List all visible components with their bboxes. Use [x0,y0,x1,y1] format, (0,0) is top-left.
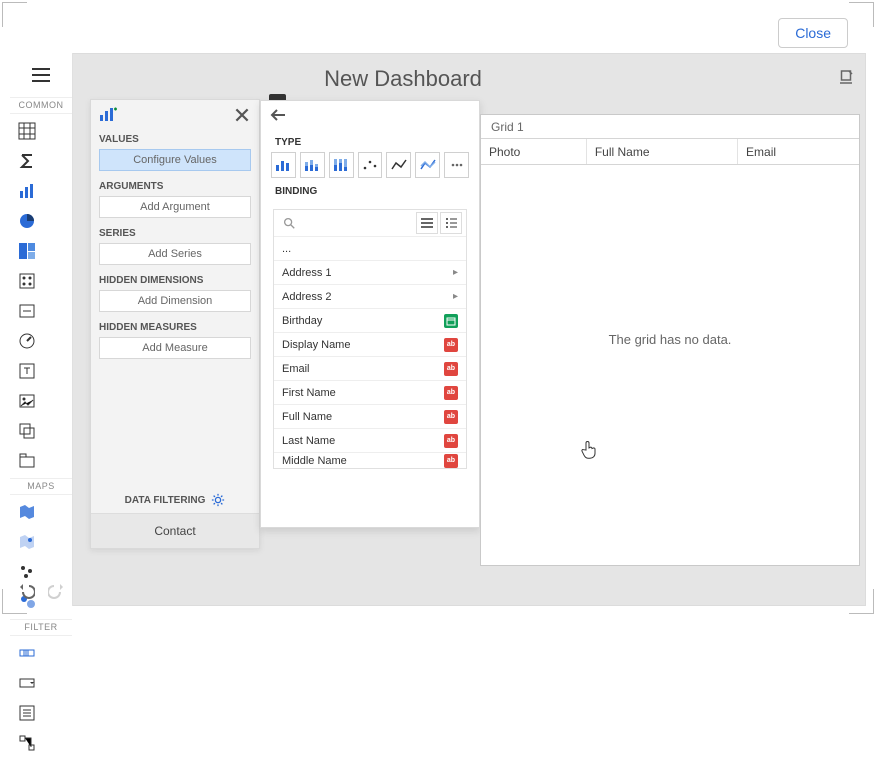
contact-button[interactable]: Contact [91,513,259,548]
toolbox-group-icon[interactable] [13,417,41,445]
grid-col-email[interactable]: Email [738,139,859,164]
text-badge-icon: ab [444,434,458,448]
binding-row-address2[interactable]: Address 2▸ [274,284,466,308]
data-filtering-label: DATA FILTERING [125,495,206,506]
toolbox-tabs-icon[interactable] [13,447,41,475]
type-point-icon[interactable] [358,152,383,178]
add-argument-button[interactable]: Add Argument [99,196,251,218]
close-button[interactable]: Close [778,18,848,48]
toolbox-sigma-icon[interactable] [13,147,41,175]
text-badge-icon: ab [444,362,458,376]
type-bar-icon[interactable] [271,152,296,178]
toolbox-maps-label: MAPS [10,478,72,495]
add-series-button[interactable]: Add Series [99,243,251,265]
binding-row-birthday[interactable]: Birthday [274,308,466,332]
grid-col-photo[interactable]: Photo [481,139,587,164]
toolbox-choropleth-icon[interactable] [13,498,41,526]
binding-list-view-icon[interactable] [416,212,438,234]
toolbox-filter-label: FILTER [10,619,72,636]
close-panel-icon[interactable] [233,106,251,124]
toolbox-grid-item-icon[interactable] [13,117,41,145]
type-label: TYPE [261,129,479,152]
popup-back-icon[interactable] [261,101,479,129]
binding-popup: TYPE BINDING ... Address 1▸ Address 2▸ B… [260,100,480,528]
binding-row-firstname[interactable]: First Nameab [274,380,466,404]
binding-tree-view-icon[interactable] [440,212,462,234]
type-fullstackedbar-icon[interactable] [329,152,354,178]
type-stackedbar-icon[interactable] [300,152,325,178]
config-panel: VALUES Configure Values ARGUMENTS Add Ar… [90,99,260,549]
text-badge-icon: ab [444,338,458,352]
binding-row-fullname[interactable]: Full Nameab [274,404,466,428]
arguments-label: ARGUMENTS [91,177,259,194]
binding-row-ellipsis[interactable]: ... [274,236,466,260]
toolbox-common-label: COMMON [10,97,72,114]
data-filtering-row[interactable]: DATA FILTERING [91,487,259,513]
edit-title-icon[interactable] [837,68,855,86]
hidden-measures-label: HIDDEN MEASURES [91,318,259,335]
add-dimension-button[interactable]: Add Dimension [99,290,251,312]
text-badge-icon: ab [444,454,458,468]
toolbox-pie-chart-icon[interactable] [13,207,41,235]
grid-empty-text: The grid has no data. [481,332,859,347]
toolbox-treemap-icon[interactable] [13,237,41,265]
toolbox-dice-icon[interactable] [13,267,41,295]
toolbox-combobox-icon[interactable] [13,669,41,697]
gear-icon [211,493,225,507]
type-line-icon[interactable] [386,152,411,178]
hand-cursor-icon [580,440,598,460]
binding-search[interactable] [278,216,414,230]
binding-row-displayname[interactable]: Display Nameab [274,332,466,356]
undo-icon[interactable] [17,582,35,600]
hamburger-icon[interactable] [10,53,72,97]
date-badge-icon [444,314,458,328]
redo-icon[interactable] [48,582,66,600]
toolbox-geopoint-icon[interactable] [13,528,41,556]
toolbox-card-icon[interactable] [13,297,41,325]
chart-add-icon [99,107,117,123]
toolbox-bar-chart-icon[interactable] [13,177,41,205]
binding-row-address1[interactable]: Address 1▸ [274,260,466,284]
toolbox-range-icon[interactable] [13,639,41,667]
values-label: VALUES [91,130,259,147]
grid-col-fullname[interactable]: Full Name [587,139,738,164]
binding-label: BINDING [261,178,479,201]
toolbox-listbox-icon[interactable] [13,699,41,727]
toolbox-image-icon[interactable] [13,387,41,415]
toolbox-treeview-icon[interactable] [13,729,41,757]
configure-values-button[interactable]: Configure Values [99,149,251,171]
toolbox-text-icon[interactable] [13,357,41,385]
type-area-icon[interactable] [415,152,440,178]
grid-widget: Grid 1 Photo Full Name Email The grid ha… [480,114,860,566]
binding-row-middlename[interactable]: Middle Nameab [274,452,466,468]
toolbox-gauge-icon[interactable] [13,327,41,355]
hidden-dimensions-label: HIDDEN DIMENSIONS [91,271,259,288]
binding-row-lastname[interactable]: Last Nameab [274,428,466,452]
add-measure-button[interactable]: Add Measure [99,337,251,359]
dashboard-title: New Dashboard [11,66,795,92]
text-badge-icon: ab [444,386,458,400]
chevron-right-icon: ▸ [453,267,458,278]
search-icon [282,216,296,230]
chevron-right-icon: ▸ [453,291,458,302]
grid-title: Grid 1 [481,115,859,139]
type-more-icon[interactable] [444,152,469,178]
toolbox: COMMON MAPS FILTER [10,53,73,606]
text-badge-icon: ab [444,410,458,424]
binding-row-email[interactable]: Emailab [274,356,466,380]
series-label: SERIES [91,224,259,241]
